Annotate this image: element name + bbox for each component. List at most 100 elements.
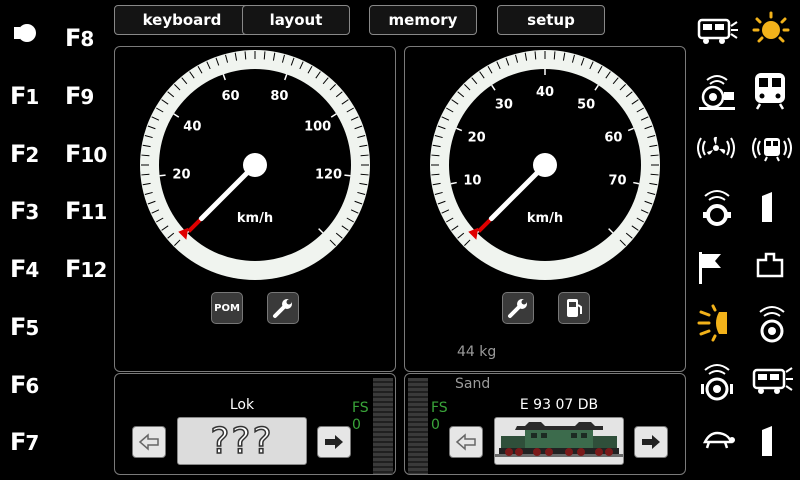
sun-light-icon: [752, 11, 790, 43]
cab-sound-icon: [752, 137, 792, 162]
brake-sound-button[interactable]: [697, 360, 739, 402]
light-toggle-button[interactable]: [12, 22, 38, 44]
shunting-button[interactable]: [750, 360, 793, 402]
speed-unit-label: km/h: [237, 211, 273, 226]
function-key-f12[interactable]: F12: [65, 255, 107, 283]
cab-sound-button[interactable]: [750, 128, 792, 170]
function-key-f10[interactable]: F10: [65, 140, 107, 168]
dial-tick-label: 30: [495, 97, 513, 112]
loco-select-panel-left: Lok ??? FS 0: [114, 373, 396, 475]
function-key-f7[interactable]: F7: [10, 428, 39, 456]
setup-button[interactable]: setup: [497, 5, 605, 35]
cab-front-icon: [755, 73, 785, 110]
fan-sound-button[interactable]: [695, 128, 737, 170]
coupler-icon: [756, 252, 784, 278]
train-light-button[interactable]: [697, 12, 739, 54]
headlight-icon: [697, 304, 727, 342]
dial-tick: [650, 173, 659, 176]
pom-button[interactable]: POM: [211, 292, 243, 324]
next-loco-button-left[interactable]: [317, 426, 351, 458]
wrench-icon: [273, 299, 292, 318]
sand-level-meter-right: [408, 378, 428, 474]
speedometer-left[interactable]: 20 40 60 80 100 120 km/h: [115, 47, 395, 287]
arrow-right-icon: [325, 435, 343, 449]
sound-horn-button[interactable]: [697, 70, 739, 112]
sand-level-meter-left: [373, 378, 393, 474]
door-icon: [762, 192, 772, 222]
next-loco-button-right[interactable]: [634, 426, 668, 458]
function-key-f11[interactable]: F11: [65, 197, 107, 225]
sun-light-button[interactable]: [752, 10, 794, 52]
fs-label-right: FS: [431, 400, 448, 416]
load-weight: 44 kg: [457, 344, 497, 360]
dial-tick: [534, 51, 537, 60]
fs-value-left: 0: [352, 417, 361, 433]
loco-settings-button-left[interactable]: [267, 292, 299, 324]
dial-tick-label: 60: [604, 131, 622, 146]
function-key-f8[interactable]: F8: [65, 24, 94, 52]
speed-unit-label: km/h: [527, 211, 563, 226]
dial-tick: [431, 154, 440, 157]
dial-tick-label: 60: [222, 89, 240, 104]
dial-tick-label: 100: [304, 120, 331, 135]
compressor-sound-button[interactable]: [697, 186, 739, 228]
dial-tick-label: 40: [183, 120, 201, 135]
fuel-button[interactable]: [558, 292, 590, 324]
door-icon-2: [762, 426, 772, 456]
throttle-panel-left: 20 40 60 80 100 120 km/h POM: [114, 46, 396, 372]
flag-button[interactable]: [695, 246, 737, 288]
dial-tick-label: 80: [270, 89, 288, 104]
dial-major-tick: [159, 174, 166, 177]
dial-tick: [650, 154, 659, 157]
memory-button[interactable]: memory: [369, 5, 477, 35]
cab-front-button[interactable]: [752, 70, 794, 112]
turtle-button[interactable]: [697, 420, 739, 462]
headlight-button[interactable]: [697, 302, 739, 344]
arrow-right-icon: [642, 435, 660, 449]
pom-label: POM: [214, 302, 240, 314]
bell-sound-icon: [759, 306, 785, 343]
dial-tick-label: 20: [468, 131, 486, 146]
speedometer-right[interactable]: 10 20 30 40 50 60 70 km/h: [405, 47, 685, 287]
brake-sound-icon: [701, 364, 733, 401]
fan-sound-icon: [697, 136, 735, 159]
dial-tick-label: 20: [172, 167, 190, 182]
dial-tick-label: 50: [577, 97, 595, 112]
function-key-f1[interactable]: F1: [10, 82, 39, 110]
dial-tick: [553, 51, 556, 60]
dial-tick-label: 70: [609, 173, 627, 188]
compressor-sound-icon: [703, 190, 731, 226]
loco-name-left: Lok: [229, 397, 255, 413]
prev-loco-button-left[interactable]: [132, 426, 166, 458]
dial-tick: [141, 154, 150, 157]
fuel-pump-icon: [567, 299, 582, 317]
function-key-f4[interactable]: F4: [10, 255, 39, 283]
door-button[interactable]: [752, 186, 794, 228]
dial-tick: [360, 173, 369, 176]
function-key-f2[interactable]: F2: [10, 140, 39, 168]
layout-button[interactable]: layout: [242, 5, 350, 35]
sound-horn-icon: [699, 75, 735, 110]
bell-sound-button[interactable]: [752, 302, 794, 344]
function-key-f9[interactable]: F9: [65, 82, 94, 110]
loco-image-left[interactable]: ???: [177, 417, 307, 465]
coupler-button[interactable]: [752, 246, 794, 288]
prev-loco-button-right[interactable]: [449, 426, 483, 458]
function-key-f3[interactable]: F3: [10, 197, 39, 225]
loco-image-right[interactable]: [494, 417, 624, 465]
headlight-bulb-icon: [14, 24, 36, 42]
function-key-f6[interactable]: F6: [10, 371, 39, 399]
dial-tick: [244, 51, 247, 60]
fs-value-right: 0: [431, 417, 440, 433]
arrow-left-icon: [455, 433, 476, 451]
dial-tick: [141, 173, 150, 176]
needle-hub: [243, 153, 267, 177]
flag-icon: [699, 252, 721, 284]
loco-settings-button-right[interactable]: [502, 292, 534, 324]
dial-tick-label: 120: [315, 167, 342, 182]
loco-name-right: E 93 07 DB: [519, 397, 599, 413]
door-button-2[interactable]: [752, 420, 794, 462]
keyboard-button[interactable]: keyboard: [114, 5, 250, 35]
function-key-f5[interactable]: F5: [10, 313, 39, 341]
dial-tick: [431, 173, 440, 176]
